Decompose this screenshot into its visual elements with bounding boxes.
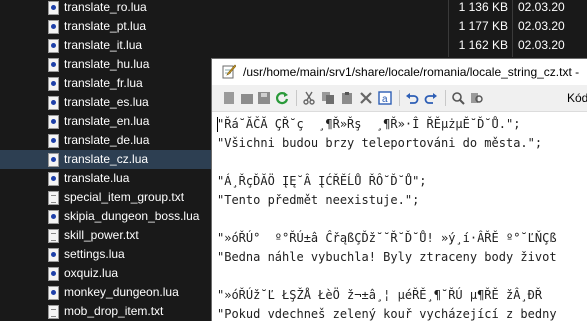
text-line: "»óŘÚ° º°ŘÚ±â ĈřąßÇĎž˘˘Ř˘Ď˘Ů! »ý¸í·ÂŘĚ º… xyxy=(217,231,557,245)
lua-file-icon xyxy=(48,286,59,300)
notepad-icon xyxy=(222,64,236,79)
text-editor-area[interactable]: "Řá˘ĂČĂ ÇŘ˘ç ¸¶Ř»Řş ¸¶Ř»·Î ŘĚµżµĚ˘Ď˘Ů.";… xyxy=(212,112,587,321)
toolbar: a Kód xyxy=(212,85,587,112)
open-icon[interactable] xyxy=(239,90,255,106)
lua-file-icon xyxy=(48,153,59,167)
text-line: "»óŘÚž˘Ľ ŁŞŽÅ ŁèÖ ž¬±â¸¦ µéŘĚ¸¶˘ŘÚ µ¶ŘĚ … xyxy=(217,288,543,302)
lua-file-icon xyxy=(48,172,59,186)
toolbar-separator xyxy=(399,90,400,106)
text-line: "Bedna náhle vybuchla! Byly ztraceny bod… xyxy=(217,250,557,264)
file-date: 02.03.20 xyxy=(518,0,565,14)
lua-file-icon xyxy=(48,267,59,281)
file-name: translate.lua xyxy=(64,171,130,185)
search-icon[interactable] xyxy=(450,90,466,106)
cut-icon[interactable] xyxy=(301,90,317,106)
file-name: translate_cz.lua xyxy=(64,152,149,166)
lua-file-icon xyxy=(48,96,59,110)
lua-file-icon xyxy=(48,39,59,53)
file-name: special_item_group.txt xyxy=(64,190,185,204)
select-all-icon[interactable]: a xyxy=(377,90,393,106)
file-name: translate_es.lua xyxy=(64,95,149,109)
undo-icon[interactable] xyxy=(404,90,420,106)
text-line: "Všichni budou brzy teleportováni do měs… xyxy=(217,136,543,150)
file-name: translate_pt.lua xyxy=(64,19,147,33)
lua-file-icon xyxy=(48,115,59,129)
lua-file-icon xyxy=(48,134,59,148)
file-name: skipia_dungeon_boss.lua xyxy=(64,209,200,223)
redo-icon[interactable] xyxy=(423,90,439,106)
new-file-icon[interactable] xyxy=(221,90,237,106)
file-name: translate_ro.lua xyxy=(64,0,147,14)
file-name: translate_it.lua xyxy=(64,38,143,52)
file-name: monkey_dungeon.lua xyxy=(64,285,179,299)
replace-icon[interactable] xyxy=(469,90,485,106)
text-line: "Tento předmět neexistuje."; xyxy=(217,193,420,207)
reload-icon[interactable] xyxy=(274,90,290,106)
text-line: "Řá˘ĂČĂ ÇŘ˘ç ¸¶Ř»Řş ¸¶Ř»·Î ŘĚµżµĚ˘Ď˘Ů."; xyxy=(217,117,521,131)
lua-file-icon xyxy=(48,58,59,72)
file-name: translate_fr.lua xyxy=(64,76,143,90)
text-line: "Á¸ŘçĎĂÖ ĮĘ˘Â ĮĆŘĚĹŮ ŘÔ˘Ď˘Ů"; xyxy=(217,174,427,188)
text-file-icon xyxy=(48,229,59,243)
file-name: skill_power.txt xyxy=(64,228,139,242)
toolbar-separator xyxy=(296,90,297,106)
file-date: 02.03.20 xyxy=(518,38,565,52)
lua-file-icon xyxy=(48,248,59,262)
toolbar-separator xyxy=(445,90,446,106)
file-date: 02.03.20 xyxy=(518,19,565,33)
lua-file-icon xyxy=(48,1,59,15)
file-name: settings.lua xyxy=(64,247,125,261)
encoding-menu-label[interactable]: Kód xyxy=(567,91,587,105)
file-size: 1 162 KB xyxy=(458,38,508,52)
file-row[interactable]: translate_it.lua 1 162 KB 02.03.20 xyxy=(0,36,587,55)
file-name: oxquiz.lua xyxy=(64,266,119,280)
title-bar[interactable]: /usr/home/main/srv1/share/locale/romania… xyxy=(212,59,587,85)
copy-icon[interactable] xyxy=(320,90,336,106)
file-size: 1 136 KB xyxy=(458,0,508,14)
paste-icon[interactable] xyxy=(339,90,355,106)
lua-file-icon xyxy=(48,20,59,34)
save-icon[interactable] xyxy=(256,90,272,106)
text-file-icon xyxy=(48,191,59,205)
svg-text:a: a xyxy=(382,94,388,105)
file-name: translate_de.lua xyxy=(64,133,150,147)
lua-file-icon xyxy=(48,77,59,91)
lua-file-icon xyxy=(48,210,59,224)
text-file-icon xyxy=(48,305,59,319)
file-name: translate_hu.lua xyxy=(64,57,150,71)
file-size: 1 177 KB xyxy=(458,19,508,33)
delete-icon[interactable] xyxy=(358,90,374,106)
file-name: translate_en.lua xyxy=(64,114,150,128)
file-row[interactable]: translate_ro.lua 1 136 KB 02.03.20 xyxy=(0,0,587,17)
file-row[interactable]: translate_pt.lua 1 177 KB 02.03.20 xyxy=(0,17,587,36)
editor-window: /usr/home/main/srv1/share/locale/romania… xyxy=(211,58,587,321)
window-title: /usr/home/main/srv1/share/locale/romania… xyxy=(243,65,580,79)
text-line: "Pokud vdechneš zelený kouř vycházející … xyxy=(217,307,557,321)
file-name: mob_drop_item.txt xyxy=(64,304,164,318)
